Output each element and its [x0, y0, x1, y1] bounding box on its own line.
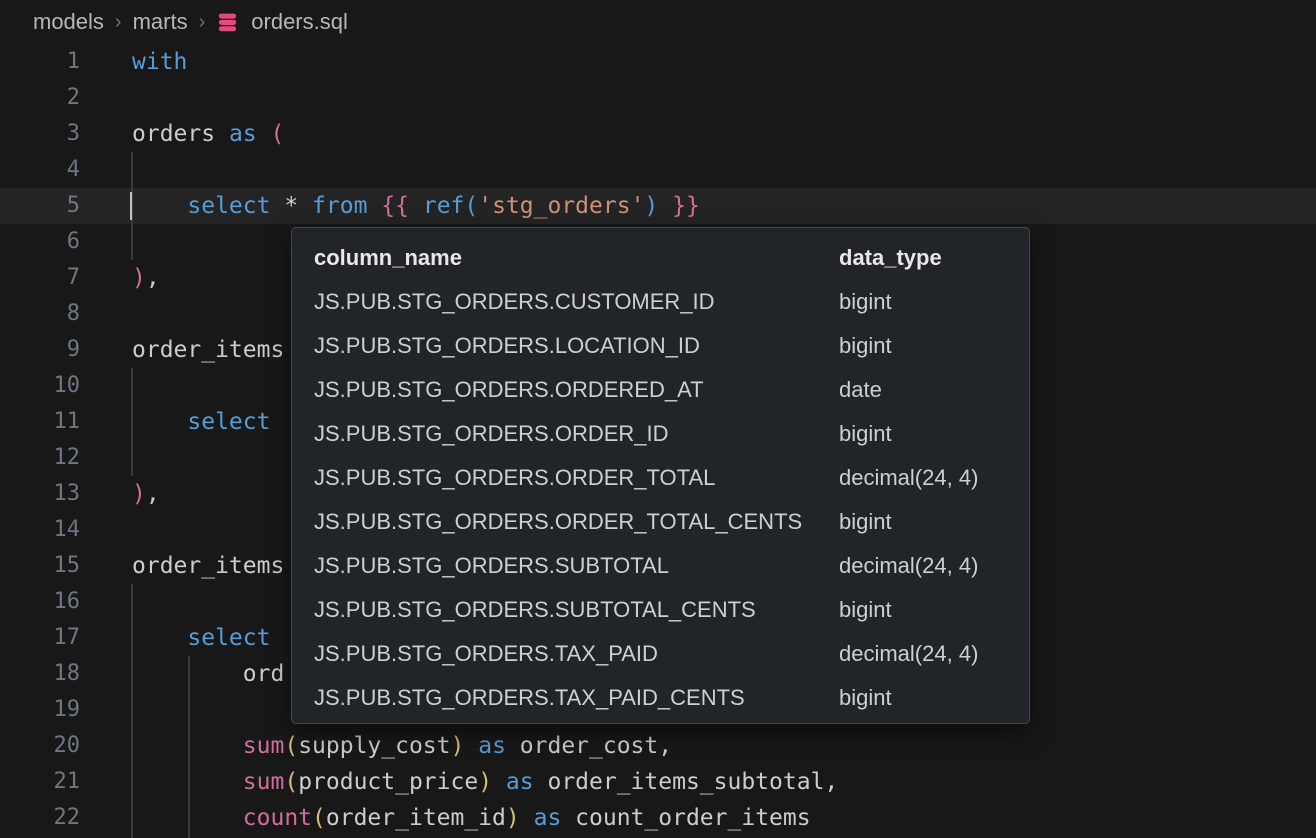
column-name-cell: JS.PUB.STG_ORDERS.SUBTOTAL_CENTS — [314, 597, 839, 623]
code-line[interactable]: 1with — [0, 44, 1316, 80]
data-type-cell: bigint — [839, 421, 1007, 447]
line-number: 13 — [0, 476, 80, 512]
code-text: select — [80, 620, 270, 656]
code-line[interactable]: 20 sum(supply_cost) as order_cost, — [0, 728, 1316, 764]
code-text — [80, 80, 132, 116]
code-text — [80, 692, 132, 728]
line-number: 15 — [0, 548, 80, 584]
code-line[interactable]: 21 sum(product_price) as order_items_sub… — [0, 764, 1316, 800]
line-number: 11 — [0, 404, 80, 440]
line-number: 19 — [0, 692, 80, 728]
code-line[interactable]: 2 — [0, 80, 1316, 116]
data-type-cell: date — [839, 377, 1007, 403]
line-number: 21 — [0, 764, 80, 800]
code-text — [80, 440, 132, 476]
column-name-cell: JS.PUB.STG_ORDERS.LOCATION_ID — [314, 333, 839, 359]
column-name-cell: JS.PUB.STG_ORDERS.ORDER_TOTAL — [314, 465, 839, 491]
code-text: select — [80, 404, 270, 440]
line-number: 14 — [0, 512, 80, 548]
line-number: 1 — [0, 44, 80, 80]
code-text — [80, 296, 132, 332]
popup-row: JS.PUB.STG_ORDERS.ORDER_TOTAL_CENTSbigin… — [292, 500, 1029, 544]
data-type-cell: decimal(24, 4) — [839, 465, 1007, 491]
line-number: 22 — [0, 800, 80, 836]
code-text — [80, 152, 132, 188]
line-number: 8 — [0, 296, 80, 332]
popup-row: JS.PUB.STG_ORDERS.ORDER_TOTALdecimal(24,… — [292, 456, 1029, 500]
code-line[interactable]: 4 — [0, 152, 1316, 188]
code-text — [80, 368, 132, 404]
code-line[interactable]: 22 count(order_item_id) as count_order_i… — [0, 800, 1316, 836]
line-number: 18 — [0, 656, 80, 692]
data-type-cell: bigint — [839, 333, 1007, 359]
popup-row: JS.PUB.STG_ORDERS.SUBTOTALdecimal(24, 4) — [292, 544, 1029, 588]
column-name-cell: JS.PUB.STG_ORDERS.CUSTOMER_ID — [314, 289, 839, 315]
popup-row: JS.PUB.STG_ORDERS.TAX_PAID_CENTSbigint — [292, 676, 1029, 720]
line-number: 20 — [0, 728, 80, 764]
code-text — [80, 512, 132, 548]
popup-row: JS.PUB.STG_ORDERS.CUSTOMER_IDbigint — [292, 280, 1029, 324]
popup-header-column-name: column_name — [314, 245, 839, 271]
code-text: orders as ( — [80, 116, 284, 152]
code-text: ord — [80, 656, 284, 692]
breadcrumb-item-models[interactable]: models — [33, 9, 104, 35]
column-name-cell: JS.PUB.STG_ORDERS.ORDERED_AT — [314, 377, 839, 403]
data-type-cell: bigint — [839, 509, 1007, 535]
code-text: order_items — [80, 332, 284, 368]
schema-popup: column_name data_type JS.PUB.STG_ORDERS.… — [291, 227, 1030, 724]
column-name-cell: JS.PUB.STG_ORDERS.TAX_PAID — [314, 641, 839, 667]
chevron-right-icon: › — [198, 11, 207, 34]
line-number: 3 — [0, 116, 80, 152]
chevron-right-icon: › — [114, 11, 123, 34]
code-text — [80, 584, 132, 620]
popup-header-row: column_name data_type — [292, 236, 1029, 280]
data-type-cell: decimal(24, 4) — [839, 641, 1007, 667]
code-line[interactable]: 5 select * from {{ ref('stg_orders') }} — [0, 188, 1316, 224]
line-number: 12 — [0, 440, 80, 476]
popup-row: JS.PUB.STG_ORDERS.ORDERED_ATdate — [292, 368, 1029, 412]
column-name-cell: JS.PUB.STG_ORDERS.ORDER_ID — [314, 421, 839, 447]
code-text: order_items — [80, 548, 284, 584]
popup-row: JS.PUB.STG_ORDERS.LOCATION_IDbigint — [292, 324, 1029, 368]
database-icon — [216, 11, 239, 34]
code-text: select * from {{ ref('stg_orders') }} — [80, 188, 700, 224]
line-number: 6 — [0, 224, 80, 260]
line-number: 5 — [0, 188, 80, 224]
code-text: with — [80, 44, 187, 80]
popup-row: JS.PUB.STG_ORDERS.TAX_PAIDdecimal(24, 4) — [292, 632, 1029, 676]
code-text: ), — [80, 476, 160, 512]
code-text: count(order_item_id) as count_order_item… — [80, 800, 811, 836]
column-name-cell: JS.PUB.STG_ORDERS.SUBTOTAL — [314, 553, 839, 579]
line-number: 2 — [0, 80, 80, 116]
line-number: 16 — [0, 584, 80, 620]
data-type-cell: bigint — [839, 597, 1007, 623]
line-number: 17 — [0, 620, 80, 656]
line-number: 4 — [0, 152, 80, 188]
popup-header-data-type: data_type — [839, 245, 1007, 271]
code-text: ), — [80, 260, 160, 296]
breadcrumb-item-marts[interactable]: marts — [133, 9, 188, 35]
code-text: sum(supply_cost) as order_cost, — [80, 728, 672, 764]
breadcrumb: models › marts › orders.sql — [0, 0, 1316, 44]
code-text: sum(product_price) as order_items_subtot… — [80, 764, 838, 800]
code-text — [80, 224, 132, 260]
data-type-cell: decimal(24, 4) — [839, 553, 1007, 579]
popup-row: JS.PUB.STG_ORDERS.SUBTOTAL_CENTSbigint — [292, 588, 1029, 632]
data-type-cell: bigint — [839, 289, 1007, 315]
column-name-cell: JS.PUB.STG_ORDERS.TAX_PAID_CENTS — [314, 685, 839, 711]
breadcrumb-item-file[interactable]: orders.sql — [251, 9, 348, 35]
line-number: 9 — [0, 332, 80, 368]
data-type-cell: bigint — [839, 685, 1007, 711]
popup-row: JS.PUB.STG_ORDERS.ORDER_IDbigint — [292, 412, 1029, 456]
popup-rows: JS.PUB.STG_ORDERS.CUSTOMER_IDbigintJS.PU… — [292, 280, 1029, 720]
line-number: 7 — [0, 260, 80, 296]
line-number: 10 — [0, 368, 80, 404]
code-line[interactable]: 3orders as ( — [0, 116, 1316, 152]
column-name-cell: JS.PUB.STG_ORDERS.ORDER_TOTAL_CENTS — [314, 509, 839, 535]
